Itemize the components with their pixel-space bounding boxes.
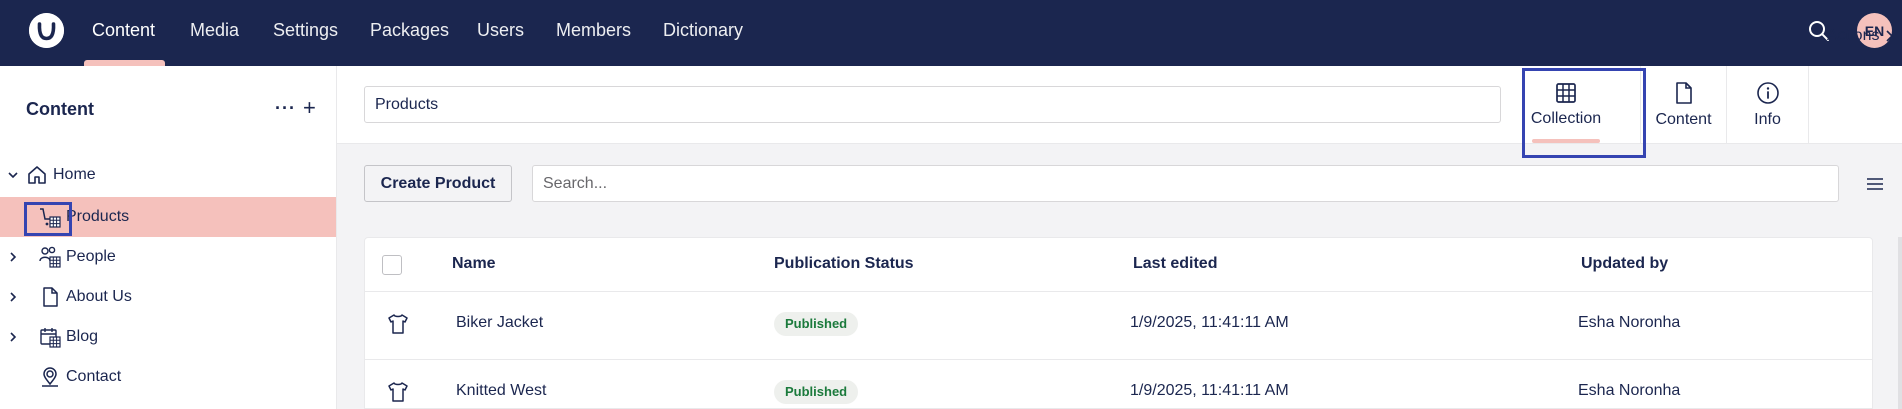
row-updated-by: Esha Noronha	[1578, 382, 1681, 399]
tree-item-label: Blog	[66, 328, 99, 345]
nav-members[interactable]: Members	[556, 0, 631, 66]
list-view-icon[interactable]	[1865, 174, 1885, 194]
tree-item-label: Products	[66, 208, 130, 225]
row-name-link[interactable]: Biker Jacket	[456, 314, 543, 332]
content-tree-sidebar: Content ··· + Home Products People About…	[0, 66, 337, 409]
tree-item-label: Home	[53, 166, 96, 183]
tree-item-contact[interactable]: Contact	[0, 357, 336, 397]
document-name-input[interactable]	[364, 86, 1501, 123]
scrollbar[interactable]	[1898, 237, 1902, 409]
document-icon	[43, 287, 58, 307]
top-navigation-bar: Content Media Settings Packages Users Me…	[0, 0, 1902, 66]
tree-item-home[interactable]: Home	[0, 155, 336, 195]
umbraco-logo-icon	[29, 13, 64, 48]
nav-packages[interactable]: Packages	[370, 0, 449, 66]
create-product-button[interactable]: Create Product	[364, 165, 512, 202]
shirt-icon	[388, 382, 408, 402]
ellipsis-icon[interactable]: ···	[275, 98, 296, 119]
table-row[interactable]: Biker Jacket Published 1/9/2025, 11:41:1…	[365, 291, 1872, 359]
tree-item-label: People	[66, 248, 116, 265]
nav-dictionary[interactable]: Dictionary	[663, 0, 743, 66]
sidebar-title: Content	[26, 99, 94, 119]
tree-item-about-us[interactable]: About Us	[0, 277, 336, 317]
tab-label: Info	[1754, 111, 1781, 128]
chevron-right-icon[interactable]	[7, 331, 19, 343]
editor-header: Collection Content Info	[337, 66, 1902, 144]
plus-icon[interactable]: +	[303, 95, 316, 121]
nav-media[interactable]: Media	[190, 0, 239, 66]
tab-label: Content	[1655, 111, 1712, 128]
map-pin-icon	[42, 367, 58, 387]
nav-content[interactable]: Content	[92, 0, 155, 66]
tab-divider	[1808, 66, 1809, 144]
search-input[interactable]	[532, 165, 1839, 202]
tree-item-label: About Us	[66, 288, 132, 305]
column-header-status[interactable]: Publication Status	[774, 255, 914, 273]
chevron-right-icon[interactable]	[7, 291, 19, 303]
actions-menu[interactable]: Actions	[1827, 27, 1895, 45]
nav-users[interactable]: Users	[477, 0, 524, 66]
collection-table: Name Publication Status Last edited Upda…	[364, 237, 1873, 409]
row-last-edited: 1/9/2025, 11:41:11 AM	[1130, 382, 1289, 399]
chevron-right-icon[interactable]	[7, 251, 19, 263]
column-header-updated-by[interactable]: Updated by	[1581, 255, 1668, 273]
status-badge: Published	[774, 380, 859, 404]
row-name-link[interactable]: Knitted West	[456, 382, 546, 400]
tab-info[interactable]: Info	[1726, 66, 1808, 144]
info-icon	[1756, 82, 1779, 104]
calendar-grid-icon	[40, 328, 61, 348]
column-header-name[interactable]: Name	[452, 255, 496, 273]
table-row[interactable]: Knitted West Published 1/9/2025, 11:41:1…	[365, 359, 1872, 409]
users-grid-icon	[39, 246, 61, 268]
umbraco-logo[interactable]	[29, 13, 64, 48]
highlight-box-products-icon	[24, 202, 72, 236]
shirt-icon	[388, 314, 408, 334]
chevron-right-icon	[1886, 30, 1894, 42]
tree-item-blog[interactable]: Blog	[0, 317, 336, 357]
select-all-checkbox[interactable]	[382, 255, 402, 275]
actions-label: Actions	[1827, 27, 1880, 44]
chevron-down-icon[interactable]	[7, 169, 19, 181]
row-last-edited: 1/9/2025, 11:41:11 AM	[1130, 314, 1289, 331]
highlight-box-collection-tab	[1522, 68, 1646, 158]
tab-content[interactable]: Content	[1640, 66, 1726, 144]
tree-item-people[interactable]: People	[0, 237, 336, 277]
document-icon	[1675, 82, 1692, 104]
column-header-last-edited[interactable]: Last edited	[1133, 255, 1217, 273]
row-updated-by: Esha Noronha	[1578, 314, 1681, 331]
nav-settings[interactable]: Settings	[273, 0, 338, 66]
tree-item-label: Contact	[66, 368, 122, 385]
status-badge: Published	[774, 312, 859, 336]
home-icon	[28, 166, 46, 184]
